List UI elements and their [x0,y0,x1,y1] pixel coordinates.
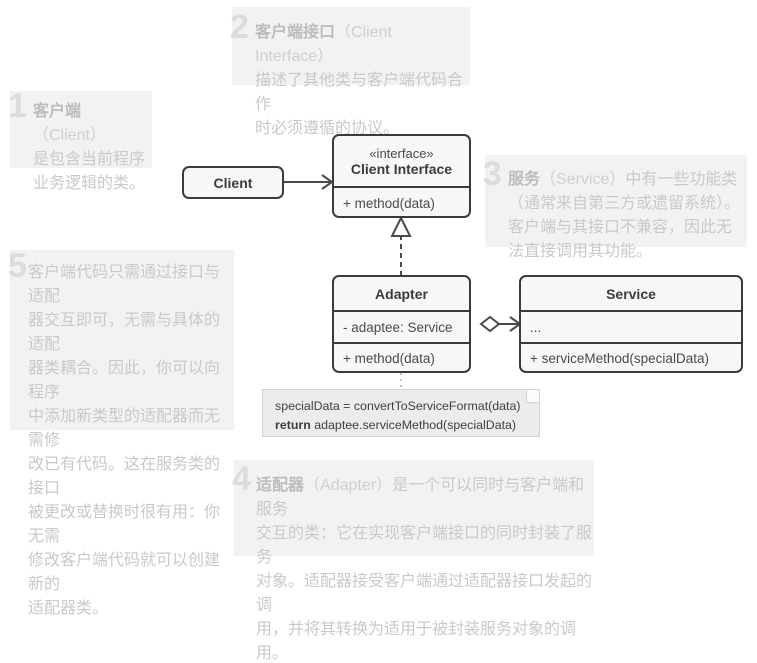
note-4-term-en: （Adapter） [304,477,393,494]
class-box-client[interactable]: Client [182,166,284,199]
relation-adapter-implements-interface [390,215,412,276]
class-header-client-interface: «interface» Client Interface [334,136,469,186]
class-method-adapter-0: + method(data) [334,342,469,371]
class-name-adapter: Adapter [375,285,428,302]
class-name-client-interface: Client Interface [350,160,453,177]
note-1-number: 1 [8,87,27,125]
class-field-service-0: ... [521,310,741,342]
relation-adapter-aggregates-service [479,315,522,333]
class-stereotype-interface: «interface» [369,145,434,161]
code-note-line-1: specialData = convertToServiceFormat(dat… [275,399,521,413]
class-header-service: Service [521,277,741,310]
note-2-text: 客户端接口（Client Interface） 描述了其他类与客户端代码合作 时必… [255,18,470,138]
note-1-body: 是包含当前程序 业务逻辑的类。 [33,151,146,192]
note-1-term: 客户端 [33,103,82,120]
note-3-term-en: （Service） [540,171,626,188]
note-3-number: 3 [483,155,502,193]
code-note-line-2: return adaptee.serviceMethod(specialData… [275,416,529,435]
note-4-body: 是一个可以同时与客户端和服务 交互的类：它在实现客户端接口的同时封装了服务 对象… [256,477,593,662]
note-1-text: 客户端 （Client） 是包含当前程序 业务逻辑的类。 [33,97,153,193]
note-5-text: 客户端代码只需通过接口与适配 器交互即可，无需与具体的适配 器类耦合。因此，你可… [28,258,233,618]
code-note-fold-icon [526,390,539,403]
note-4-term: 适配器 [256,477,305,494]
code-note-keyword: return [275,418,311,432]
note-5-body: 客户端代码只需通过接口与适配 器交互即可，无需与具体的适配 器类耦合。因此，你可… [28,264,221,617]
code-note-line-2-rest: adaptee.serviceMethod(specialData) [310,418,517,432]
class-box-service[interactable]: Service ... + serviceMethod(specialData) [519,275,743,373]
note-4-text: 适配器（Adapter）是一个可以同时与客户端和服务 交互的类：它在实现客户端接… [256,471,596,663]
note-5-number: 5 [8,247,27,285]
note-3-term: 服务 [508,171,541,188]
note-2-term: 客户端接口 [255,24,336,41]
note-1-term-en: （Client） [33,127,106,144]
class-name-service: Service [606,285,656,302]
note-2-number: 2 [230,8,249,46]
class-field-adapter-0: - adaptee: Service [334,310,469,342]
class-header-adapter: Adapter [334,277,469,310]
class-method-service-0: + serviceMethod(specialData) [521,342,741,371]
note-2-body: 描述了其他类与客户端代码合作 时必须遵循的协议。 [255,72,464,137]
note-3-text: 服务（Service）中有一些功能类 （通常来自第三方或遗留系统）。 客户端与其… [508,165,748,261]
note-4-number: 4 [232,460,251,498]
class-name-client: Client [213,174,253,191]
class-box-adapter[interactable]: Adapter - adaptee: Service + method(data… [332,275,471,373]
relation-client-uses-interface [284,174,334,190]
class-method-client-interface-0: + method(data) [334,186,469,216]
class-box-client-interface[interactable]: «interface» Client Interface + method(da… [332,134,471,218]
code-note: specialData = convertToServiceFormat(dat… [262,389,540,437]
